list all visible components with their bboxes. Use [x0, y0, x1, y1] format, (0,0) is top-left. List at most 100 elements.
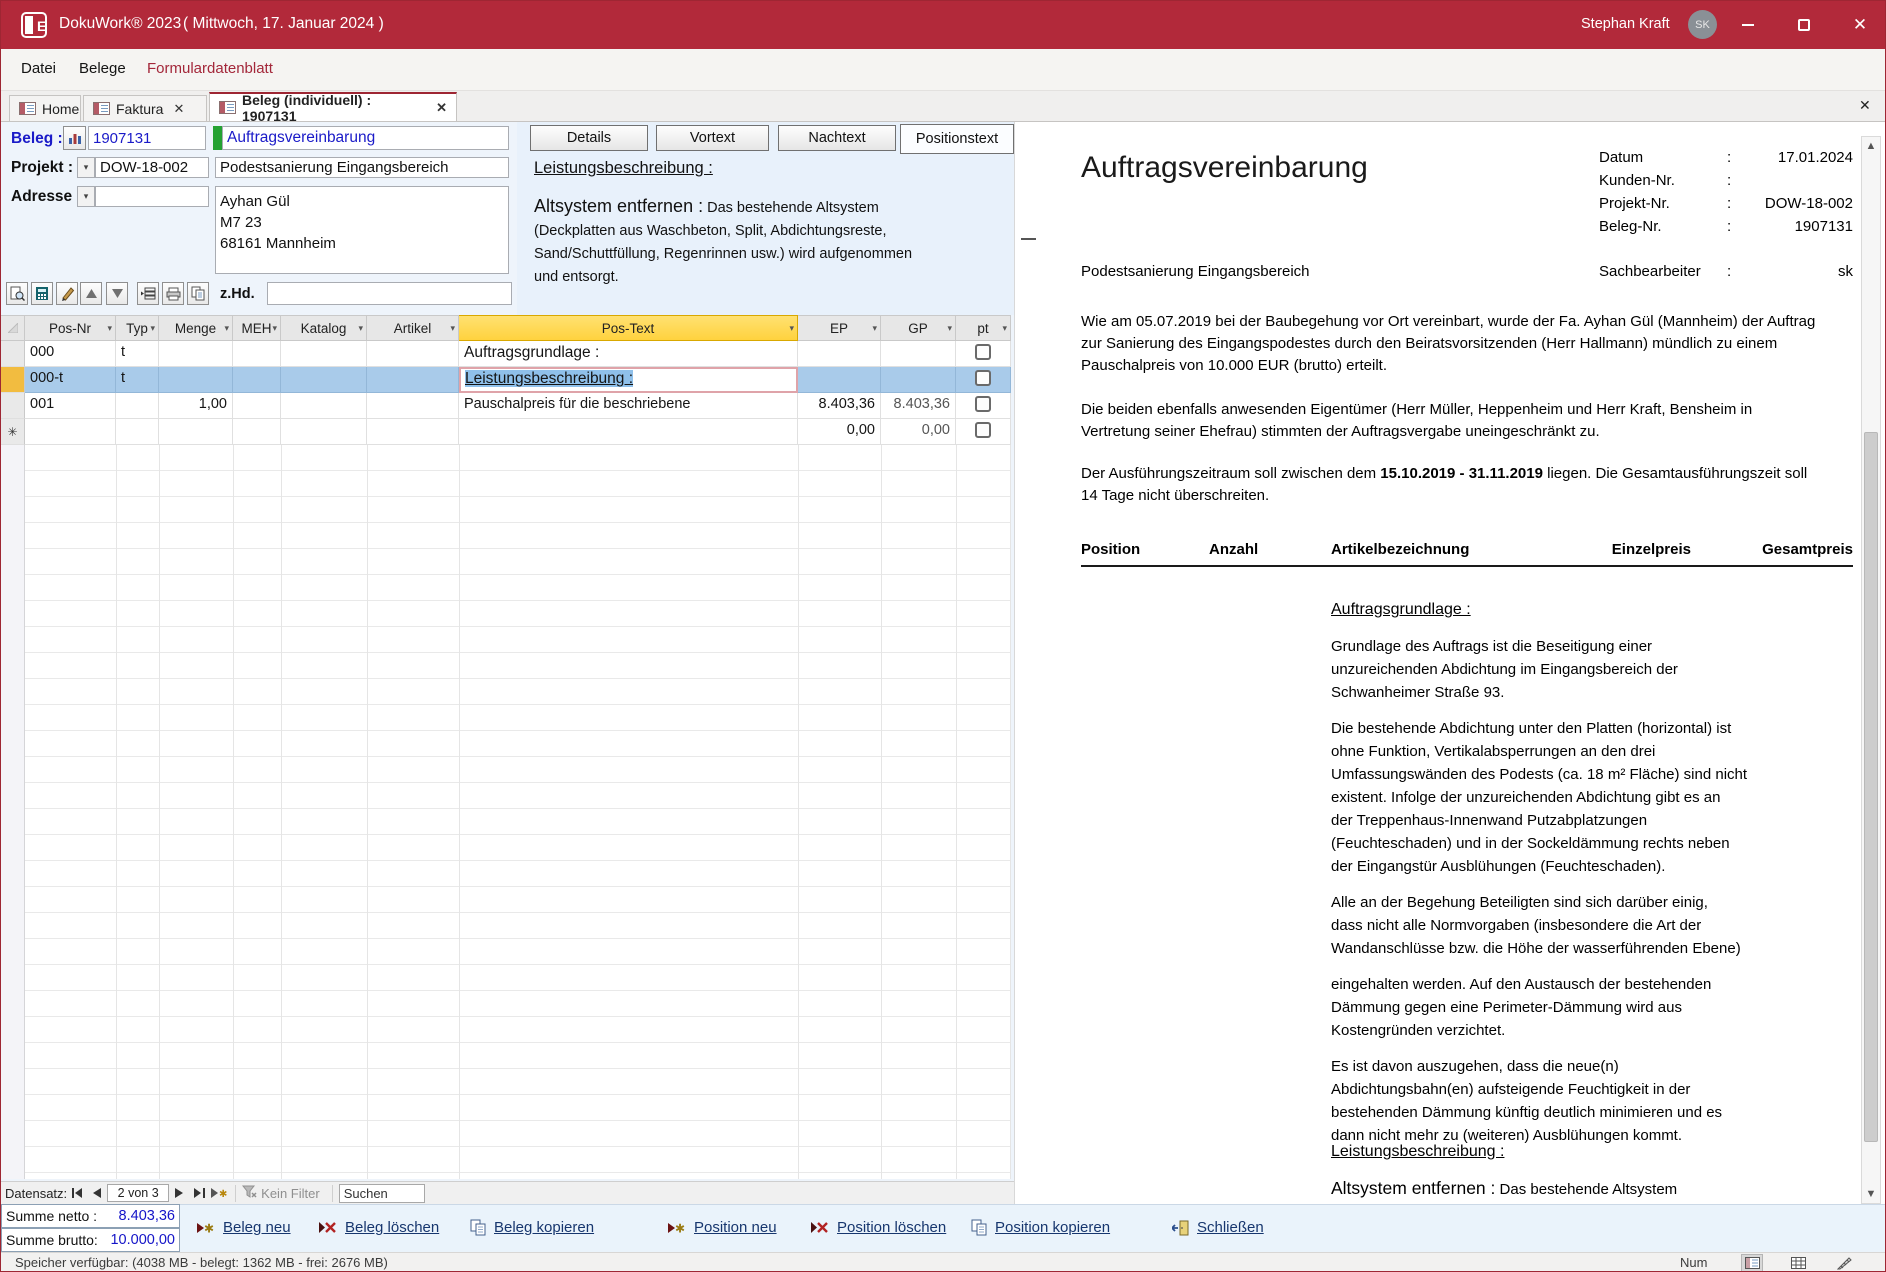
beleg-nr-input[interactable]: 1907131	[88, 126, 206, 150]
cell-menge[interactable]	[159, 419, 233, 445]
sort-dropdown-icon[interactable]: ▾	[872, 323, 877, 334]
zhd-input[interactable]	[267, 282, 512, 305]
print-button[interactable]	[162, 282, 184, 305]
move-up-button[interactable]	[80, 282, 102, 305]
sort-dropdown-icon[interactable]: ▾	[947, 323, 952, 334]
first-record-button[interactable]	[67, 1184, 87, 1203]
copy-button[interactable]	[187, 282, 209, 305]
sort-dropdown-icon[interactable]: ▾	[224, 323, 229, 334]
adresse-dropdown[interactable]: ▾	[77, 186, 95, 207]
projekt-name-input[interactable]: Podestsanierung Eingangsbereich	[215, 157, 509, 178]
cell-pos-nr[interactable]: 001	[25, 393, 116, 419]
cell-katalog[interactable]	[281, 367, 367, 393]
cell-typ[interactable]	[116, 393, 159, 419]
cell-ep[interactable]: 0,00	[798, 419, 881, 445]
close-button[interactable]: ✕	[1837, 5, 1883, 45]
beleg-name-input[interactable]: Auftragsvereinbarung	[222, 126, 509, 150]
tab-vortext[interactable]: Vortext	[656, 125, 769, 151]
cell-katalog[interactable]	[281, 341, 367, 367]
beleg-neu-link[interactable]: ✱ Beleg neu	[197, 1219, 291, 1236]
beleg-kopieren-link[interactable]: Beleg kopieren	[470, 1219, 594, 1236]
sort-dropdown-icon[interactable]: ▾	[450, 323, 455, 334]
cell-typ[interactable]: t	[116, 367, 159, 393]
tab-area-close-icon[interactable]: ✕	[1859, 97, 1871, 114]
tab-nachtext[interactable]: Nachtext	[778, 125, 896, 151]
cell-pos-text[interactable]: Pauschalpreis für die beschriebene	[459, 393, 798, 419]
beleg-loeschen-link[interactable]: Beleg löschen	[319, 1219, 439, 1236]
grid-corner-cell[interactable]	[1, 315, 25, 341]
cell-meh[interactable]	[233, 393, 281, 419]
menu-datei[interactable]: Datei	[21, 60, 56, 77]
pt-checkbox[interactable]	[975, 344, 991, 360]
projekt-nr-input[interactable]: DOW-18-002	[95, 157, 209, 178]
col-header-pos-nr[interactable]: Pos-Nr ▾	[25, 315, 116, 341]
scroll-up-icon[interactable]: ▲	[1862, 137, 1880, 155]
col-header-pos-text[interactable]: Pos-Text ▾	[459, 315, 798, 341]
edit-pen-button[interactable]	[56, 282, 78, 305]
col-header-typ[interactable]: Typ ▾	[116, 315, 159, 341]
filter-status-label[interactable]: Kein Filter	[261, 1186, 320, 1201]
datasheet-view-icon[interactable]	[1787, 1254, 1809, 1271]
tab-close-icon[interactable]: ✕	[436, 100, 447, 116]
cell-artikel[interactable]	[367, 419, 459, 445]
chart-icon-button[interactable]	[63, 126, 86, 150]
sort-dropdown-icon[interactable]: ▾	[272, 323, 277, 334]
adresse-textarea[interactable]: Ayhan Gül M7 23 68161 Mannheim	[215, 186, 509, 274]
cell-pos-nr[interactable]	[25, 419, 116, 445]
cell-menge[interactable]	[159, 367, 233, 393]
maximize-button[interactable]	[1781, 5, 1827, 45]
col-header-menge[interactable]: Menge ▾	[159, 315, 233, 341]
row-selector-current[interactable]	[1, 367, 25, 393]
col-header-artikel[interactable]: Artikel ▾	[367, 315, 459, 341]
menu-belege[interactable]: Belege	[79, 60, 126, 77]
insert-row-button[interactable]	[137, 282, 159, 305]
print-preview-button[interactable]	[6, 282, 28, 305]
cell-artikel[interactable]	[367, 367, 459, 393]
cell-pos-text[interactable]	[459, 419, 798, 445]
row-selector[interactable]	[1, 341, 25, 367]
avatar[interactable]: SK	[1688, 10, 1717, 39]
filter-icon[interactable]	[242, 1185, 257, 1201]
next-record-button[interactable]	[169, 1184, 189, 1203]
search-input[interactable]: Suchen	[338, 1183, 425, 1203]
cell-pos-text-editing[interactable]: Leistungsbeschreibung :	[459, 367, 798, 393]
cell-katalog[interactable]	[281, 393, 367, 419]
sort-dropdown-icon[interactable]: ▾	[789, 323, 794, 334]
menu-formulardatenblatt[interactable]: Formulardatenblatt	[147, 60, 273, 77]
position-neu-link[interactable]: ✱ Position neu	[668, 1219, 777, 1236]
scroll-down-icon[interactable]: ▼	[1862, 1185, 1880, 1203]
pt-checkbox[interactable]	[975, 396, 991, 412]
cell-ep[interactable]	[798, 341, 881, 367]
cell-pt[interactable]	[956, 367, 1011, 393]
table-row-new[interactable]: ✳ 0,00 0,00	[1, 419, 1011, 445]
position-loeschen-link[interactable]: Position löschen	[811, 1219, 946, 1236]
tab-positionstext[interactable]: Positionstext	[900, 124, 1014, 154]
cell-pt[interactable]	[956, 393, 1011, 419]
calculator-button[interactable]	[31, 282, 53, 305]
scrollbar-thumb[interactable]	[1864, 432, 1878, 1142]
cell-pos-text[interactable]: Auftragsgrundlage :	[459, 341, 798, 367]
tab-home[interactable]: Home	[9, 95, 81, 121]
previous-record-button[interactable]	[87, 1184, 107, 1203]
cell-pt[interactable]	[956, 419, 1011, 445]
col-header-gp[interactable]: GP ▾	[881, 315, 956, 341]
pt-checkbox[interactable]	[975, 370, 991, 386]
record-position-box[interactable]: 2 von 3	[107, 1184, 170, 1202]
cell-meh[interactable]	[233, 341, 281, 367]
projekt-dropdown[interactable]: ▾	[77, 157, 95, 178]
adresse-nr-input[interactable]	[95, 186, 209, 207]
cell-pt[interactable]	[956, 341, 1011, 367]
document-scrollbar[interactable]: ▲ ▼	[1861, 136, 1881, 1204]
move-down-button[interactable]	[106, 282, 128, 305]
pt-checkbox[interactable]	[975, 422, 991, 438]
sort-dropdown-icon[interactable]: ▾	[107, 323, 112, 334]
table-row[interactable]: 000 t Auftragsgrundlage :	[1, 341, 1011, 367]
form-view-icon[interactable]	[1741, 1254, 1763, 1271]
minimize-button[interactable]	[1725, 5, 1771, 45]
cell-ep[interactable]	[798, 367, 881, 393]
row-selector[interactable]	[1, 393, 25, 419]
cell-typ[interactable]: t	[116, 341, 159, 367]
tab-details[interactable]: Details	[530, 125, 648, 151]
cell-katalog[interactable]	[281, 419, 367, 445]
design-view-icon[interactable]	[1833, 1254, 1855, 1271]
